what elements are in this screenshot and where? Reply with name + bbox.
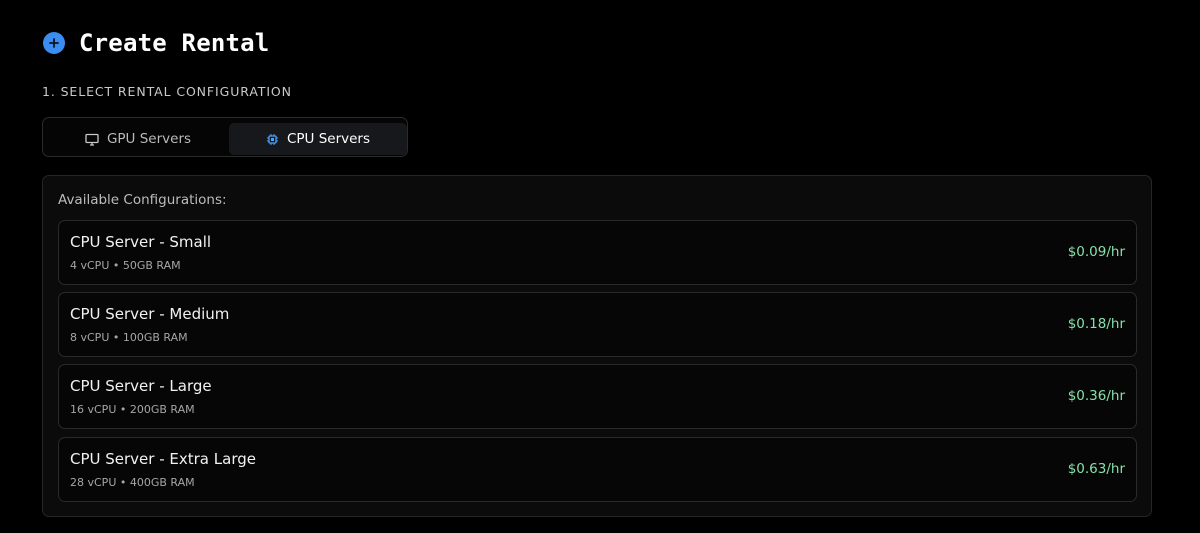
config-price: $0.36/hr [1067, 388, 1125, 404]
page-header: Create Rental [43, 27, 269, 59]
tab-label: GPU Servers [106, 131, 192, 147]
tab-gpu-servers[interactable]: GPU Servers [48, 123, 228, 155]
config-card-extra-large[interactable]: CPU Server - Extra Large 28 vCPU • 400GB… [58, 437, 1137, 502]
cpu-chip-icon [266, 133, 279, 146]
server-type-tabs: GPU Servers CPU Servers [42, 117, 408, 157]
config-name: CPU Server - Small [70, 233, 212, 251]
config-price: $0.09/hr [1067, 244, 1125, 260]
config-specs: 28 vCPU • 400GB RAM [70, 476, 195, 489]
config-name: CPU Server - Extra Large [70, 450, 256, 468]
config-name: CPU Server - Medium [70, 305, 230, 323]
panel-heading: Available Configurations: [58, 192, 227, 208]
config-specs: 8 vCPU • 100GB RAM [70, 331, 188, 344]
config-specs: 16 vCPU • 200GB RAM [70, 403, 195, 416]
config-name: CPU Server - Large [70, 377, 212, 395]
config-card-small[interactable]: CPU Server - Small 4 vCPU • 50GB RAM $0.… [58, 220, 1137, 285]
config-price: $0.63/hr [1067, 461, 1125, 477]
config-specs: 4 vCPU • 50GB RAM [70, 259, 181, 272]
configurations-panel: Available Configurations: CPU Server - S… [42, 175, 1152, 517]
tab-cpu-servers[interactable]: CPU Servers [229, 123, 407, 155]
config-price: $0.18/hr [1067, 316, 1125, 332]
monitor-icon [85, 133, 99, 146]
page-title: Create Rental [79, 29, 270, 57]
tab-label: CPU Servers [286, 131, 371, 147]
plus-circle-icon [43, 32, 65, 54]
config-card-large[interactable]: CPU Server - Large 16 vCPU • 200GB RAM $… [58, 364, 1137, 429]
step-label: 1. SELECT RENTAL CONFIGURATION [42, 84, 292, 99]
config-card-medium[interactable]: CPU Server - Medium 8 vCPU • 100GB RAM $… [58, 292, 1137, 357]
